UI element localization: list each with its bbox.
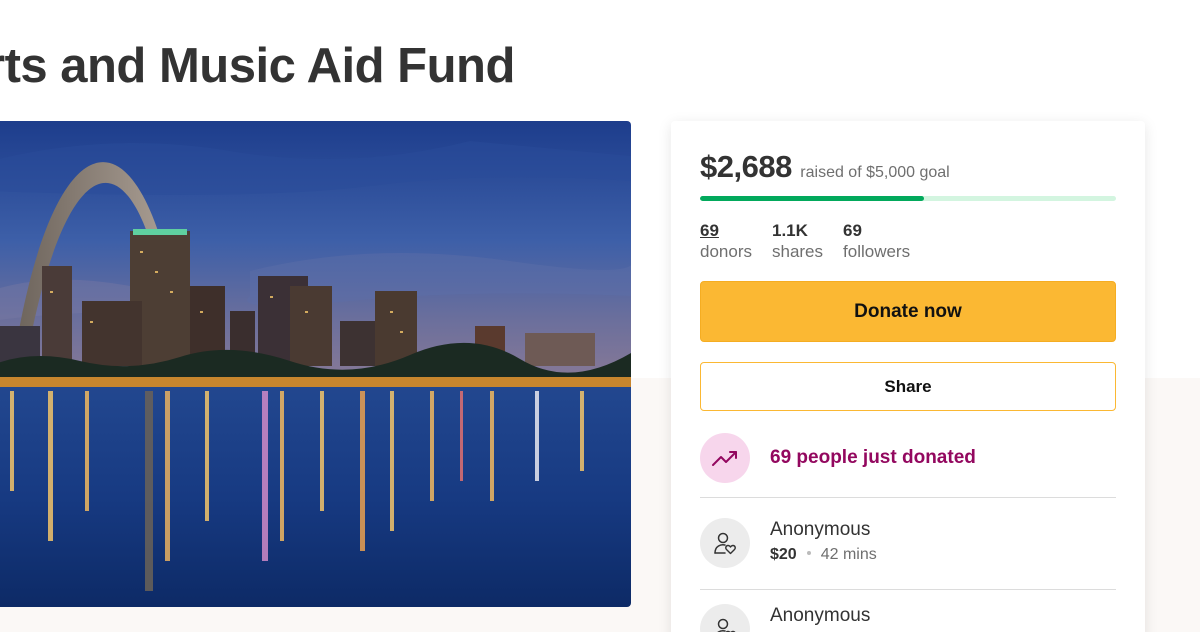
hero-image: [0, 121, 631, 607]
recent-donations-banner: 69 people just donated: [700, 433, 976, 483]
skyline-illustration: [0, 121, 631, 607]
recent-donations-text: 69 people just donated: [770, 447, 976, 468]
trending-up-icon: [700, 433, 750, 483]
amount-raised-row: $2,688 raised of $5,000 goal: [700, 149, 950, 185]
stat-value[interactable]: 69: [700, 221, 752, 241]
stat-label: shares: [771, 242, 824, 261]
progress-bar: [700, 196, 1116, 201]
stat-label: followers: [843, 242, 911, 261]
stat-shares: 1.1K shares: [772, 221, 823, 263]
donation-time: 42 mins: [820, 546, 877, 563]
donor-name: Anonymous: [770, 519, 871, 540]
donation-item: Anonymous: [700, 604, 870, 632]
page-title: rts and Music Aid Fund: [0, 39, 515, 93]
donation-item: Anonymous $20 42 mins: [700, 518, 877, 568]
stat-value: 1.1K: [771, 221, 808, 240]
donor-name: Anonymous: [770, 605, 871, 626]
goal-text: raised of $5,000 goal: [800, 164, 950, 181]
progress-fill: [700, 196, 924, 201]
divider: [700, 497, 1116, 498]
donor-heart-icon: [700, 604, 750, 632]
donation-amount: $20: [770, 546, 797, 563]
donor-heart-icon: [700, 518, 750, 568]
separator-dot: [806, 551, 811, 556]
donation-meta: $20 42 mins: [770, 546, 877, 564]
stat-value: 69: [843, 221, 862, 240]
share-button[interactable]: Share: [700, 362, 1116, 411]
donate-now-button[interactable]: Donate now: [700, 281, 1116, 342]
amount-raised: $2,688: [700, 149, 792, 184]
stat-followers: 69 followers: [843, 221, 910, 263]
divider: [700, 589, 1116, 590]
stats-row: 69 donors 1.1K shares 69 followers: [700, 221, 910, 263]
stat-label: donors: [700, 242, 752, 261]
donation-card: $2,688 raised of $5,000 goal 69 donors 1…: [671, 121, 1145, 632]
stat-donors[interactable]: 69 donors: [700, 221, 752, 263]
